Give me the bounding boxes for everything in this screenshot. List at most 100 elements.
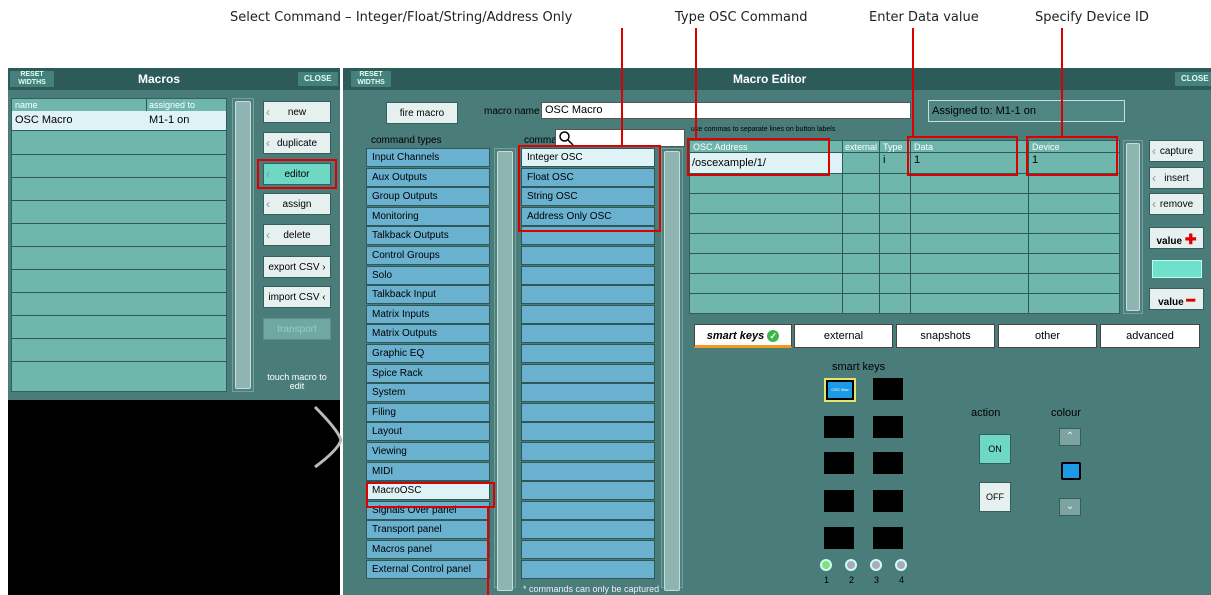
- capture-button[interactable]: ‹ capture: [1149, 140, 1204, 162]
- page-radio-3[interactable]: [870, 559, 882, 571]
- command-empty-row: [521, 559, 655, 579]
- page-label-4: 4: [899, 575, 905, 585]
- command-empty-row: [521, 461, 655, 481]
- on-button[interactable]: ON: [979, 434, 1011, 464]
- smart-key-10[interactable]: [873, 527, 903, 549]
- smart-key-1[interactable]: OSC Mac: [824, 378, 856, 402]
- smart-key-6[interactable]: [873, 452, 903, 474]
- command-type-item[interactable]: Transport panel: [366, 520, 490, 540]
- minus-icon: ━: [1186, 292, 1195, 308]
- action-label: action: [971, 407, 1001, 419]
- smart-key-3[interactable]: [824, 416, 854, 438]
- value-minus-button[interactable]: value ━: [1149, 288, 1204, 310]
- command-empty-row: [521, 324, 655, 344]
- smart-key-7[interactable]: [824, 490, 854, 512]
- editor-close-button[interactable]: CLOSE: [1175, 72, 1211, 86]
- highlight-osc-address: [687, 138, 830, 176]
- highlight-macroosc: [366, 482, 495, 508]
- command-type-item[interactable]: MIDI: [366, 461, 490, 481]
- command-type-item[interactable]: External Control panel: [366, 559, 490, 579]
- command-type-item[interactable]: Spice Rack: [366, 363, 490, 383]
- page-radio-1[interactable]: [820, 559, 832, 571]
- command-type-item[interactable]: Graphic EQ: [366, 344, 490, 363]
- tab-advanced[interactable]: advanced: [1100, 324, 1200, 348]
- smart-key-5[interactable]: [824, 452, 854, 474]
- page-radio-4[interactable]: [895, 559, 907, 571]
- command-empty-row: [521, 442, 655, 461]
- macro-assigned-cell: M1-1 on: [149, 114, 190, 126]
- scroll-thumb[interactable]: [664, 151, 680, 591]
- scroll-thumb[interactable]: [497, 151, 513, 591]
- command-type-item[interactable]: Aux Outputs: [366, 167, 490, 187]
- tab-snapshots[interactable]: snapshots: [896, 324, 995, 348]
- command-type-item[interactable]: Matrix Inputs: [366, 304, 490, 324]
- page-radio-2[interactable]: [845, 559, 857, 571]
- value-plus-button[interactable]: value ✚: [1149, 227, 1204, 249]
- command-type-item[interactable]: Matrix Outputs: [366, 324, 490, 344]
- command-empty-row: [521, 481, 655, 501]
- command-type-item[interactable]: Filing: [366, 402, 490, 422]
- command-types-list[interactable]: Input Channels Aux Outputs Group Outputs Mo…: [366, 148, 492, 588]
- command-empty-row: [521, 285, 655, 305]
- touch-macro-hint: touch macro to edit: [267, 372, 327, 391]
- tab-smart-keys[interactable]: smart keys ✓: [694, 324, 792, 348]
- off-button[interactable]: OFF: [979, 482, 1011, 512]
- editor-reset-widths-button[interactable]: RESET WIDTHS: [351, 71, 391, 87]
- export-csv-button[interactable]: export CSV ›: [263, 256, 331, 278]
- assign-button[interactable]: ‹ assign: [263, 193, 331, 215]
- command-type-item[interactable]: Solo: [366, 265, 490, 285]
- transport-button[interactable]: transport: [263, 318, 331, 340]
- macros-title: Macros: [138, 72, 181, 86]
- tab-other[interactable]: other: [998, 324, 1097, 348]
- command-empty-row: [521, 265, 655, 285]
- command-type-item[interactable]: Group Outputs: [366, 187, 490, 207]
- command-type-item[interactable]: Input Channels: [366, 148, 490, 167]
- smart-key-8[interactable]: [873, 490, 903, 512]
- command-empty-row: [521, 500, 655, 520]
- tab-external[interactable]: external: [794, 324, 893, 348]
- osc-table-scrollbar[interactable]: [1123, 140, 1143, 314]
- chevron-down-icon: ⌄: [1065, 501, 1075, 512]
- chevron-up-icon: ⌃: [1065, 431, 1075, 442]
- command-type-item[interactable]: Layout: [366, 422, 490, 442]
- duplicate-button[interactable]: ‹ duplicate: [263, 132, 331, 154]
- command-types-scrollbar[interactable]: [494, 148, 516, 591]
- colour-down-button[interactable]: ⌄: [1059, 498, 1081, 516]
- command-type-item[interactable]: System: [366, 383, 490, 403]
- commands-scrollbar[interactable]: [661, 148, 683, 591]
- new-button[interactable]: ‹ new: [263, 101, 331, 123]
- editor-titlebar: RESET WIDTHS Macro Editor CLOSE: [343, 68, 1211, 90]
- colour-label: colour: [1051, 407, 1081, 419]
- macro-name-input[interactable]: OSC Macro: [541, 102, 911, 119]
- assigned-to-display: Assigned to: M1-1 on: [928, 100, 1125, 122]
- reset-widths-button[interactable]: RESET WIDTHS: [10, 71, 54, 87]
- scroll-thumb[interactable]: [1126, 143, 1140, 311]
- highlight-device: [1026, 136, 1118, 176]
- scroll-thumb[interactable]: [235, 101, 251, 389]
- macros-scrollbar[interactable]: [232, 98, 254, 392]
- colour-swatch[interactable]: [1061, 462, 1081, 480]
- command-type-item[interactable]: Viewing: [366, 442, 490, 461]
- macros-close-button[interactable]: CLOSE: [298, 72, 338, 86]
- command-type-item[interactable]: Talkback Outputs: [366, 226, 490, 246]
- insert-button[interactable]: ‹ insert: [1149, 167, 1204, 189]
- smart-key-4[interactable]: [873, 416, 903, 438]
- colour-up-button[interactable]: ⌃: [1059, 428, 1081, 446]
- search-icon: [559, 131, 574, 146]
- smart-key-9[interactable]: [824, 527, 854, 549]
- type-cell[interactable]: i: [883, 154, 885, 166]
- command-type-item[interactable]: Macros panel: [366, 540, 490, 559]
- smart-key-2[interactable]: [873, 378, 903, 400]
- command-empty-row: [521, 304, 655, 324]
- remove-button[interactable]: ‹ remove: [1149, 193, 1204, 215]
- command-type-item[interactable]: Talkback Input: [366, 285, 490, 305]
- command-type-item[interactable]: Control Groups: [366, 246, 490, 265]
- import-csv-button[interactable]: import CSV ‹: [263, 286, 331, 308]
- macros-table[interactable]: name assigned to OSC Macro M1-1 on: [11, 98, 227, 392]
- smart-keys-title: smart keys: [832, 361, 886, 373]
- command-type-item[interactable]: Monitoring: [366, 206, 490, 226]
- table-row[interactable]: OSC Macro M1-1 on: [12, 111, 226, 131]
- delete-button[interactable]: ‹ delete: [263, 224, 331, 246]
- command-empty-row: [521, 402, 655, 422]
- fire-macro-button[interactable]: fire macro: [386, 102, 458, 124]
